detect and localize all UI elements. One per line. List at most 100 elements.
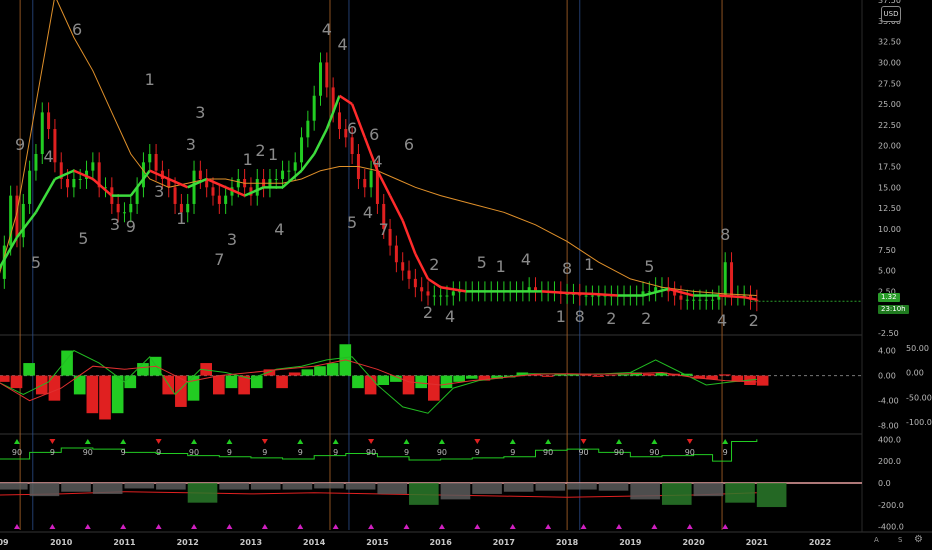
sell-signal-triangle <box>261 439 268 444</box>
signal-count-label: 9 <box>262 448 267 457</box>
oscillator-histogram-bar <box>23 363 35 376</box>
price-axis-tick: 37.50 <box>878 0 901 5</box>
td-count-label: 3 <box>227 230 237 249</box>
oscillator-histogram-bar <box>288 372 301 376</box>
price-candle <box>704 299 708 301</box>
magenta-signal-triangle <box>545 524 552 529</box>
oscillator-histogram-bar <box>554 374 567 376</box>
signal-histogram-bar <box>314 483 344 489</box>
td-count-label: 1 <box>243 150 253 169</box>
magenta-signal-triangle <box>651 524 658 529</box>
price-axis-tick: 5.00 <box>878 267 896 276</box>
oscillator-axis-tick: -8.00 <box>878 422 899 431</box>
x-axis-tick: 2020 <box>682 538 705 547</box>
fast-average-segment <box>34 178 56 213</box>
price-candle <box>306 120 310 138</box>
buy-signal-triangle <box>651 439 658 444</box>
price-candle <box>34 154 38 171</box>
oscillator-histogram-bar <box>541 375 554 377</box>
trading-chart[interactable]: -2.50 2.50 5.00 7.50 10.00 12.50 15.00 17.50 20.… <box>0 0 932 550</box>
price-candle <box>394 245 398 263</box>
fast-average-segment <box>718 294 745 299</box>
price-candle <box>72 178 76 188</box>
oscillator-axis-tick-right: 0.00 <box>906 369 924 378</box>
signal-histogram-bar <box>535 483 566 491</box>
oscillator-histogram-bar <box>428 375 440 401</box>
signal-histogram-bar <box>756 483 787 508</box>
chart-canvas[interactable]: -2.502.505.007.5010.0012.5015.0017.5020.… <box>0 0 932 550</box>
signal-count-label: 9 <box>50 448 55 457</box>
oscillator-histogram-bar <box>301 369 314 376</box>
price-axis-tick: 27.50 <box>878 79 901 88</box>
oscillator-histogram-bar <box>213 375 225 395</box>
price-candle <box>293 162 297 171</box>
fast-average-segment <box>225 186 246 197</box>
signal-axis-tick: -400.0 <box>878 523 904 532</box>
signal-axis-tick: 200.0 <box>878 457 901 466</box>
price-candle <box>401 262 405 271</box>
oscillator-histogram-bar <box>643 373 655 376</box>
td-count-label: 4 <box>717 311 727 330</box>
price-candle <box>281 170 285 179</box>
signal-count-label: 90 <box>685 448 695 457</box>
oscillator-histogram-bar <box>453 375 465 382</box>
price-candle <box>413 278 417 288</box>
log-scale-button[interactable]: S <box>898 536 902 544</box>
signal-step-line <box>0 439 758 462</box>
oscillator-histogram-bar <box>718 374 731 376</box>
price-candle <box>388 228 392 246</box>
td-count-label: 4 <box>338 35 348 54</box>
x-axis-tick: 2018 <box>556 538 579 547</box>
fast-average-segment <box>300 153 316 172</box>
signal-histogram-bar <box>92 483 123 494</box>
signal-count-label: 9 <box>298 448 303 457</box>
price-axis-tick: 15.00 <box>878 183 901 192</box>
price-axis-tick: 10.00 <box>878 225 901 234</box>
price-candle <box>698 299 702 301</box>
fast-average-segment <box>168 177 189 189</box>
signal-histogram-bar <box>0 483 28 490</box>
buy-signal-triangle <box>120 439 127 444</box>
auto-scale-button[interactable]: A <box>874 536 879 544</box>
sell-signal-triangle <box>686 439 693 444</box>
oscillator-histogram-bar <box>377 375 390 385</box>
price-candle <box>445 295 449 297</box>
buy-signal-triangle <box>722 439 729 444</box>
x-axis-tick: 2012 <box>177 538 199 547</box>
fast-average-segment <box>73 169 94 181</box>
td-count-label: 1 <box>268 145 278 164</box>
td-count-label: 4 <box>274 220 284 239</box>
fast-average-segment <box>414 253 430 280</box>
magenta-signal-triangle <box>332 524 339 529</box>
currency-button[interactable]: USD <box>881 6 901 22</box>
oscillator-histogram-bar <box>0 375 10 382</box>
oscillator-histogram-bar <box>465 375 478 379</box>
td-count-label: 5 <box>31 253 41 272</box>
magenta-signal-triangle <box>509 524 516 529</box>
td-count-label: 1 <box>176 209 186 228</box>
signal-histogram-bar <box>250 483 281 490</box>
td-count-label: 4 <box>372 152 382 171</box>
price-axis-tick: 20.00 <box>878 142 901 151</box>
oscillator-histogram-bar <box>440 375 453 389</box>
price-candle <box>325 62 329 88</box>
price-candle <box>47 112 51 130</box>
price-candle <box>420 287 424 292</box>
gear-icon[interactable]: ⚙ <box>914 534 923 545</box>
signal-count-label: 9 <box>121 448 126 457</box>
td-count-label: 4 <box>363 203 373 222</box>
price-candle <box>224 195 228 204</box>
signal-count-label: 9 <box>227 448 232 457</box>
oscillator-axis-tick-right: -50.00 <box>906 393 932 402</box>
oscillator-histogram-bar <box>276 375 288 389</box>
buy-signal-triangle <box>297 439 304 444</box>
signal-count-label: 90 <box>649 448 659 457</box>
buy-signal-triangle <box>545 439 552 444</box>
x-axis-tick: 2011 <box>113 538 136 547</box>
signal-histogram-bar <box>630 483 660 500</box>
magenta-signal-triangle <box>474 524 481 529</box>
td-count-label: 6 <box>404 135 414 154</box>
td-count-label: 4 <box>521 250 531 269</box>
fast-average-segment <box>149 169 170 181</box>
td-count-label: 2 <box>255 141 265 160</box>
